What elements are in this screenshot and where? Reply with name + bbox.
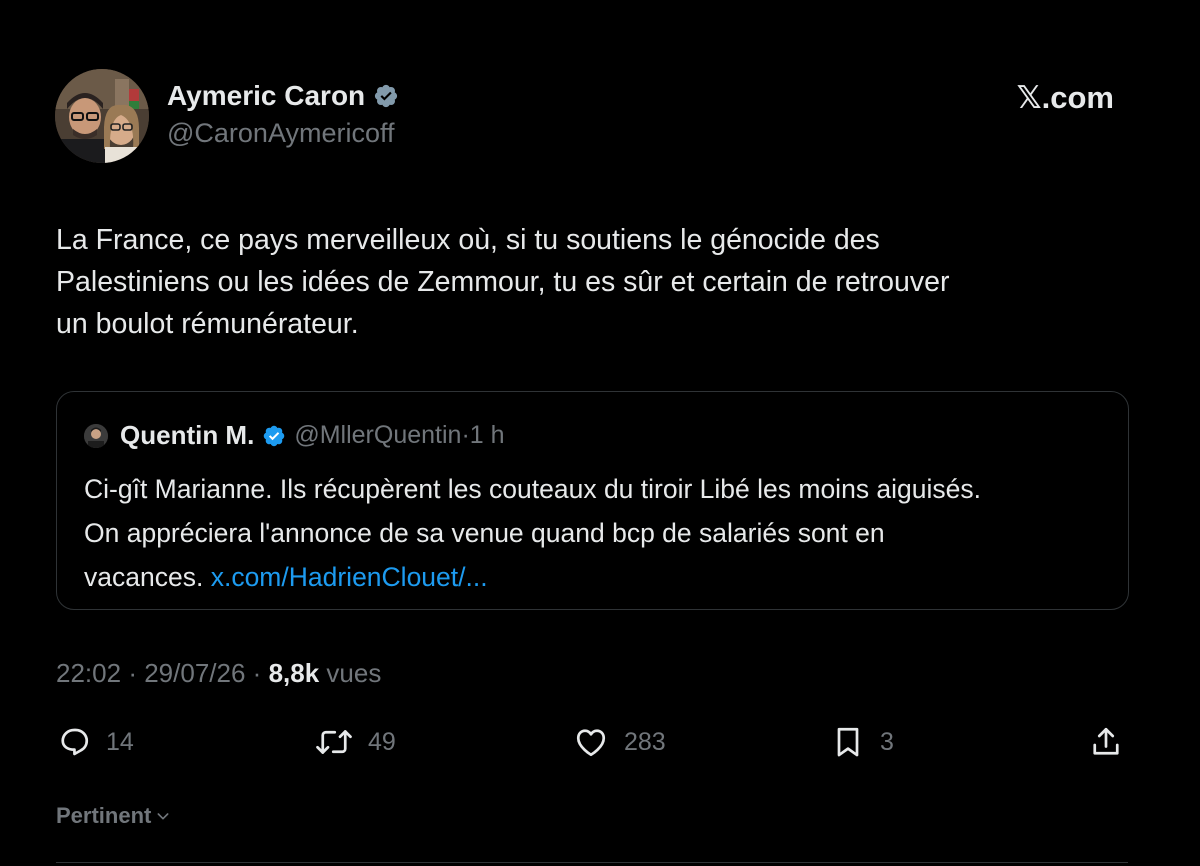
bookmark-count: 3: [880, 727, 894, 756]
quoted-text-last: vacances.: [84, 562, 204, 592]
quoted-avatar-photo: [84, 423, 108, 448]
quoted-tweet-card[interactable]: Quentin M. @MllerQuentin · 1 h Ci-gît Ma…: [56, 391, 1129, 610]
author-handle[interactable]: @CaronAymericoff: [167, 118, 395, 149]
quoted-text-line: Ci-gît Marianne. Ils récupèrent les cout…: [84, 474, 982, 504]
quoted-author-handle[interactable]: @MllerQuentin: [294, 421, 461, 450]
bookmark-button[interactable]: 3: [830, 720, 894, 764]
reply-count: 14: [106, 727, 134, 756]
repost-button[interactable]: 49: [314, 720, 396, 764]
divider: [56, 862, 1128, 863]
bookmark-icon: [837, 727, 859, 757]
reply-button[interactable]: 14: [56, 720, 134, 764]
tweet-text: La France, ce pays merveilleux où, si tu…: [56, 219, 1136, 345]
quoted-author-name[interactable]: Quentin M.: [120, 420, 254, 451]
like-button[interactable]: 283: [572, 720, 666, 764]
heart-icon: [576, 729, 606, 757]
quoted-tweet-text: Ci-gît Marianne. Ils récupèrent les cout…: [84, 467, 1114, 599]
meta-separator: ·: [252, 658, 262, 688]
quoted-text-line: On appréciera l'annonce de sa venue quan…: [84, 518, 885, 548]
quoted-tweet-header: Quentin M. @MllerQuentin · 1 h: [84, 420, 505, 451]
quoted-tweet-time: 1 h: [469, 421, 505, 449]
tweet-text-line: un boulot rémunérateur.: [56, 308, 359, 340]
chevron-down-icon: [157, 813, 169, 820]
meta-separator: ·: [461, 421, 470, 449]
meta-separator: ·: [128, 658, 137, 688]
tweet-time[interactable]: 22:02: [56, 658, 121, 688]
sort-label: Pertinent: [56, 803, 152, 828]
tweet-text-line: La France, ce pays merveilleux où, si tu…: [56, 224, 880, 256]
like-count: 283: [624, 727, 666, 756]
avatar-photo: [55, 69, 149, 163]
site-label: 𝕏.com: [1016, 80, 1114, 115]
reply-icon: [61, 728, 89, 756]
tweet-meta-row: 22:02 · 29/07/26 · 8,8k vues: [56, 658, 381, 689]
replies-sort-dropdown[interactable]: Pertinent: [56, 803, 171, 829]
tweet-text-line: Palestiniens ou les idées de Zemmour, tu…: [56, 266, 950, 298]
quoted-author-avatar[interactable]: [84, 423, 108, 448]
quoted-text-line: vacances. x.com/HadrienClouet/...: [84, 555, 1114, 599]
views-label: vues: [326, 658, 382, 688]
share-icon: [1093, 727, 1119, 755]
share-button[interactable]: [1088, 720, 1124, 764]
tweet-date[interactable]: 29/07/26: [144, 658, 245, 688]
author-name[interactable]: Aymeric Caron: [167, 80, 399, 112]
verified-badge-icon: [373, 83, 399, 109]
tweet-actions-bar: 14 49 283 3: [56, 720, 1128, 764]
repost-count: 49: [368, 727, 396, 756]
verified-badge-icon: [262, 424, 286, 448]
views-count: 8,8k: [268, 658, 320, 688]
repost-icon: [316, 730, 352, 754]
author-name-text: Aymeric Caron: [167, 80, 366, 111]
author-avatar[interactable]: [55, 69, 149, 163]
quoted-tweet-link[interactable]: x.com/HadrienClouet/...: [211, 562, 488, 592]
